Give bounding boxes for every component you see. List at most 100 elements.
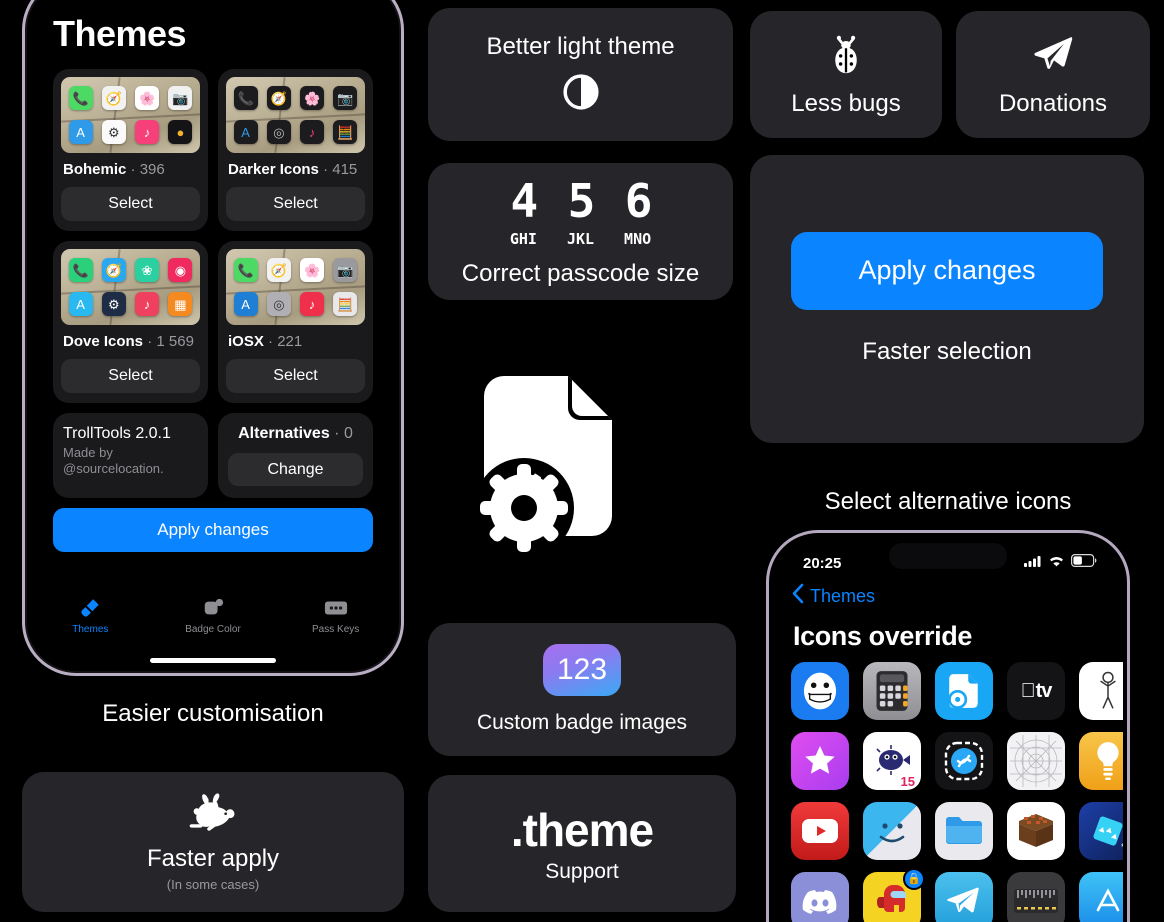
donations-card[interactable]: Donations [956, 11, 1150, 138]
minecraft-icon[interactable] [1007, 802, 1065, 860]
theme-support-card[interactable]: .theme Support [428, 775, 736, 912]
among-us-icon[interactable]: 🔒 [863, 868, 925, 922]
ladybug-icon [823, 31, 869, 82]
theme-name-row: Dove Icons · 1 569 [61, 325, 200, 350]
shazam-icon[interactable] [935, 732, 993, 790]
folder-icon[interactable] [935, 802, 993, 860]
alternatives-label: Alternatives [238, 425, 330, 442]
apply-changes-button[interactable]: Apply changes [53, 508, 373, 552]
calculator-icon[interactable] [863, 662, 921, 720]
file-gear-icon[interactable] [935, 662, 993, 720]
theme-card-iosx[interactable]: 📞 🧭 🌸 📷 A ◎ ♪ 🧮 iOSX · 221 Select [218, 241, 373, 403]
pufferfish-icon[interactable]: 15 [863, 732, 921, 790]
rabbit-icon [186, 792, 240, 837]
theme-card-bohemic[interactable]: 📞 🧭 🌸 📷 A ⚙ ♪ ● Bohemic · 396 Select [53, 69, 208, 231]
phone-icon: 📞 [233, 258, 258, 282]
card-label: Correct passcode size [461, 260, 700, 288]
icons-override-title: Icons override [793, 621, 972, 651]
settings-icon: ⚙ [101, 292, 126, 316]
theme-separator: · [130, 161, 136, 178]
tab-label: Badge Color [185, 624, 241, 635]
status-clock: 20:25 [803, 554, 842, 572]
less-bugs-card[interactable]: Less bugs [750, 11, 942, 138]
theme-preview-thumbnail: 📞 🧭 ❀ ◉ A ⚙ ♪ ▦ [61, 249, 200, 325]
safari-icon: 🧭 [101, 258, 126, 282]
app-author-label: Made by @sourcelocation. [63, 445, 198, 478]
passcode-key: 4 GHI [510, 174, 539, 248]
calculator-icon: 🧮 [333, 292, 358, 316]
correct-passcode-size-card[interactable]: 4 GHI 5 JKL 6 MNO Correct passcode size [428, 163, 733, 300]
calculator-icon: ▦ [168, 292, 193, 316]
grid-pattern-icon[interactable] [1007, 732, 1065, 790]
back-button-label[interactable]: Themes [810, 586, 875, 607]
safari-icon: 🧭 [266, 86, 291, 110]
card-sublabel: (In some cases) [166, 877, 260, 893]
badge-square-icon [202, 597, 224, 619]
tab-label: Themes [72, 624, 109, 635]
app-store-icon[interactable] [1079, 872, 1123, 922]
settings-icon: ◎ [266, 292, 291, 316]
photos-icon: 🌸 [135, 86, 160, 110]
apple-tv-icon[interactable]: tv [1007, 662, 1065, 720]
left-phone-mockup: Themes 📞 🧭 🌸 📷 A ⚙ ♪ ● Bohemic · 396 Sel… [22, 0, 404, 676]
better-light-theme-card[interactable]: Better light theme [428, 8, 733, 141]
faster-apply-card[interactable]: Faster apply (In some cases) [22, 772, 404, 912]
music-icon: ♪ [135, 120, 160, 144]
camera-icon: ◉ [168, 258, 193, 282]
phone-icon: 📞 [233, 86, 258, 110]
home-indicator [150, 658, 276, 663]
made-by-text: Made by [63, 445, 113, 460]
passcode-key: 5 JKL [567, 174, 596, 248]
theme-icon-count: 415 [332, 161, 358, 178]
safari-icon: 🧭 [101, 86, 126, 110]
theme-name: iOSX [228, 333, 264, 350]
battery-icon [1071, 554, 1097, 572]
dynamic-island [889, 543, 1007, 569]
info-row: TrollTools 2.0.1 Made by @sourcelocation… [53, 413, 373, 498]
alternatives-card: Alternatives · 0 Change [218, 413, 373, 498]
apply-changes-button-large[interactable]: Apply changes [791, 231, 1103, 310]
stick-figure-icon[interactable] [1079, 662, 1123, 720]
select-button[interactable]: Select [61, 359, 200, 393]
tab-label: Pass Keys [312, 624, 360, 635]
chevron-left-icon[interactable] [791, 583, 804, 609]
passcode-keys: 4 GHI 5 JKL 6 MNO [510, 174, 653, 248]
passcode-key: 6 MNO [624, 174, 652, 248]
youtube-icon[interactable] [791, 802, 849, 860]
tab-themes[interactable]: Themes [45, 597, 135, 635]
geometry-dash-icon[interactable]: * [1079, 802, 1123, 860]
ruler-icon[interactable] [1007, 872, 1065, 922]
theme-name-row: Darker Icons · 415 [226, 153, 365, 178]
tab-pass-keys[interactable]: Pass Keys [291, 597, 381, 635]
card-label: Custom badge images [476, 710, 688, 734]
change-button[interactable]: Change [228, 453, 363, 486]
passcode-digit: 4 [510, 174, 539, 229]
theme-card-dove-icons[interactable]: 📞 🧭 ❀ ◉ A ⚙ ♪ ▦ Dove Icons · 1 569 Selec… [53, 241, 208, 403]
custom-badge-images-card[interactable]: 123 Custom badge images [428, 623, 736, 756]
navigation-bar[interactable]: Themes [773, 579, 1123, 609]
wifi-icon [1048, 554, 1065, 572]
easier-customisation-caption: Easier customisation [102, 700, 324, 727]
tab-badge-color[interactable]: Badge Color [168, 597, 258, 635]
card-label: Less bugs [791, 89, 901, 117]
star-icon[interactable] [791, 732, 849, 790]
theme-icon-count: 396 [139, 161, 165, 178]
other-icon: ● [168, 120, 193, 144]
select-button[interactable]: Select [61, 187, 200, 221]
discord-icon[interactable] [791, 872, 849, 922]
half-circle-contrast-icon [562, 73, 600, 116]
select-button[interactable]: Select [226, 359, 365, 393]
theme-card-darker-icons[interactable]: 📞 🧭 🌸 📷 A ◎ ♪ 🧮 Darker Icons · 415 Selec… [218, 69, 373, 231]
theme-preview-thumbnail: 📞 🧭 🌸 📷 A ◎ ♪ 🧮 [226, 249, 365, 325]
alternatives-count: 0 [343, 425, 353, 442]
app-version-label: TrollTools 2.0.1 [63, 425, 171, 442]
trollface-icon[interactable] [791, 662, 849, 720]
phone-icon: 📞 [68, 258, 93, 282]
passcode-digit: 5 [567, 174, 596, 229]
finder-icon[interactable] [863, 802, 921, 860]
telegram-icon[interactable] [935, 872, 993, 922]
appstore-icon: A [233, 292, 258, 316]
lightbulb-icon[interactable] [1079, 732, 1123, 790]
music-icon: ♪ [300, 292, 325, 316]
select-button[interactable]: Select [226, 187, 365, 221]
